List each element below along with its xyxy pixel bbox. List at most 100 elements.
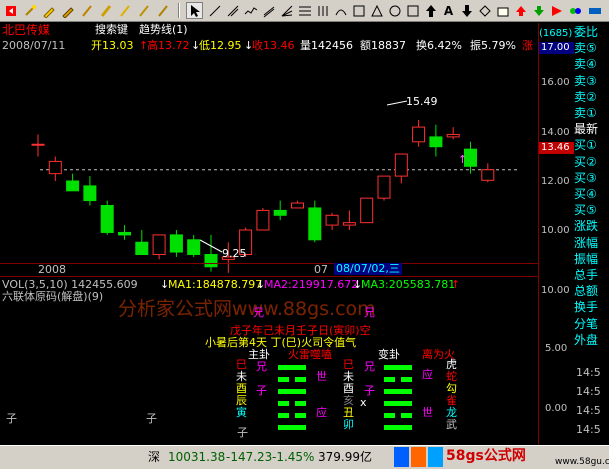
hexagram-line-yin: [295, 413, 306, 418]
candle-body: [31, 143, 45, 146]
side-tab-16[interactable]: 总额: [574, 284, 609, 298]
edit-icon[interactable]: [40, 2, 57, 19]
side-tab-0[interactable]: 委比: [574, 25, 609, 39]
channel-icon[interactable]: [242, 2, 259, 19]
square-icon[interactable]: [350, 2, 367, 19]
status-bar: 深 10031.38 -147.23 -1.45% 379.99亿 58gs公式…: [0, 445, 609, 469]
side-tab-10[interactable]: 买④: [574, 187, 609, 201]
side-tab-2[interactable]: 卖④: [574, 57, 609, 71]
jieqi-line: 小暑后第4天 丁(巳)火司令值气: [205, 336, 357, 349]
candle-body: [308, 207, 322, 241]
low-marker-line: [199, 239, 223, 253]
candle-body: [83, 185, 97, 202]
top-price-label: 17.00: [541, 42, 570, 53]
parallel-icon[interactable]: [260, 2, 277, 19]
triangle-icon[interactable]: [368, 2, 385, 19]
favorite-icon[interactable]: [116, 2, 133, 19]
side-tab-9[interactable]: 买③: [574, 171, 609, 185]
ray-icon[interactable]: [224, 2, 241, 19]
kline-chart-area[interactable]: 北巴传媒 搜索键 趋势线(1) 2008/07/11 开13.03 ↑ 高13.…: [0, 23, 562, 445]
index-pct: -1.45%: [272, 450, 315, 464]
lock-icon[interactable]: [21, 2, 38, 19]
side-tab-3[interactable]: 卖③: [574, 74, 609, 88]
x-axis: [0, 263, 538, 277]
flag-icon[interactable]: [548, 2, 565, 19]
vol-tick-5: 5.00: [545, 343, 568, 354]
pencil-icon[interactable]: [59, 2, 76, 19]
brand-logo: [394, 447, 444, 467]
quote-side-panel: 委比卖⑤ 卖④ 卖③ 卖② 卖① 最新买① 买② 买③ 买④ 买⑤ 涨跌涨幅振幅总手总额换手分笔外盘…: [574, 23, 609, 445]
palette-icon[interactable]: [566, 2, 583, 19]
dot-icon[interactable]: [154, 2, 171, 19]
side-tab-7[interactable]: 买①: [574, 138, 609, 152]
crosshair-icon[interactable]: [476, 2, 493, 19]
high-value: 高13.72: [147, 39, 190, 52]
cycle-icon[interactable]: [314, 2, 331, 19]
watermark: 分析家公式网www.88gs.com: [118, 298, 376, 320]
candle-body: [325, 214, 339, 226]
amplitude-value: 振5.79%: [470, 39, 516, 52]
candle-body: [118, 231, 131, 236]
side-tab-4[interactable]: 卖②: [574, 90, 609, 104]
hexagram-line-yang: [384, 401, 412, 406]
line-icon[interactable]: [206, 2, 223, 19]
candle-body: [66, 180, 80, 192]
hexagram-line-yang: [384, 425, 412, 430]
fib-icon[interactable]: [296, 2, 313, 19]
fan-icon[interactable]: [278, 2, 295, 19]
cursor-icon[interactable]: [186, 2, 203, 19]
trend-menu[interactable]: 趋势线(1): [139, 24, 188, 36]
search-menu[interactable]: 搜索键: [95, 24, 128, 36]
arrow-down-icon[interactable]: [458, 2, 475, 19]
side-tab-17[interactable]: 换手: [574, 300, 609, 314]
xiong-label-2: 兄: [364, 306, 375, 319]
side-tab-14[interactable]: 振幅: [574, 252, 609, 266]
candle-body: [152, 234, 166, 255]
side-tab-15[interactable]: 总手: [574, 268, 609, 282]
hand-icon[interactable]: [494, 2, 511, 19]
highlight-icon[interactable]: [97, 2, 114, 19]
arrow-up-icon: ↑: [451, 278, 461, 291]
tick-10: 10.00: [541, 225, 570, 236]
hexagram-line-yin: [384, 413, 395, 418]
side-tab-8[interactable]: 买②: [574, 155, 609, 169]
zi-marker-mid: 子: [146, 412, 157, 425]
rect-icon[interactable]: [404, 2, 421, 19]
sell-icon[interactable]: [530, 2, 547, 19]
vol-tick-0: 0.00: [545, 403, 568, 414]
hexagram-main: [278, 365, 306, 430]
side-tab-19[interactable]: 外盘: [574, 333, 609, 347]
delete-icon[interactable]: [135, 2, 152, 19]
side-tab-5[interactable]: 卖①: [574, 106, 609, 120]
pin-icon[interactable]: [78, 2, 95, 19]
back-icon[interactable]: [2, 2, 19, 19]
low-value: 低12.95: [199, 39, 242, 52]
zoom-icon[interactable]: [586, 2, 603, 19]
volume-value: 量142456: [300, 39, 353, 52]
side-tab-18[interactable]: 分笔: [574, 317, 609, 331]
hexagram-line-yin: [401, 377, 412, 382]
shi-label-2: 世: [422, 406, 433, 419]
arrow-up-icon[interactable]: [422, 2, 439, 19]
text-icon[interactable]: A: [440, 2, 457, 19]
drawing-toolbar: A: [0, 0, 609, 22]
side-tab-1[interactable]: 卖⑤: [574, 41, 609, 55]
hexagram-line-yin: [295, 377, 306, 382]
hexagram-line-yin: [278, 401, 289, 406]
hexagram-line-yang: [384, 365, 412, 370]
candle-body: [342, 222, 356, 226]
candle-body: [291, 202, 304, 209]
buy-icon[interactable]: [512, 2, 529, 19]
candle-body: [429, 136, 443, 148]
candle-body: [256, 209, 270, 231]
brand-url: www.58gu.com: [555, 457, 609, 467]
side-tab-13[interactable]: 涨幅: [574, 236, 609, 250]
side-tab-6[interactable]: 最新: [574, 122, 609, 136]
hexagram-line-yang: [384, 389, 412, 394]
arc-icon[interactable]: [332, 2, 349, 19]
candle-body: [135, 241, 149, 255]
gua-name: 火雷噬嗑: [288, 348, 332, 361]
side-tab-12[interactable]: 涨跌: [574, 219, 609, 233]
side-tab-11[interactable]: 买⑤: [574, 203, 609, 217]
circle-icon[interactable]: [386, 2, 403, 19]
